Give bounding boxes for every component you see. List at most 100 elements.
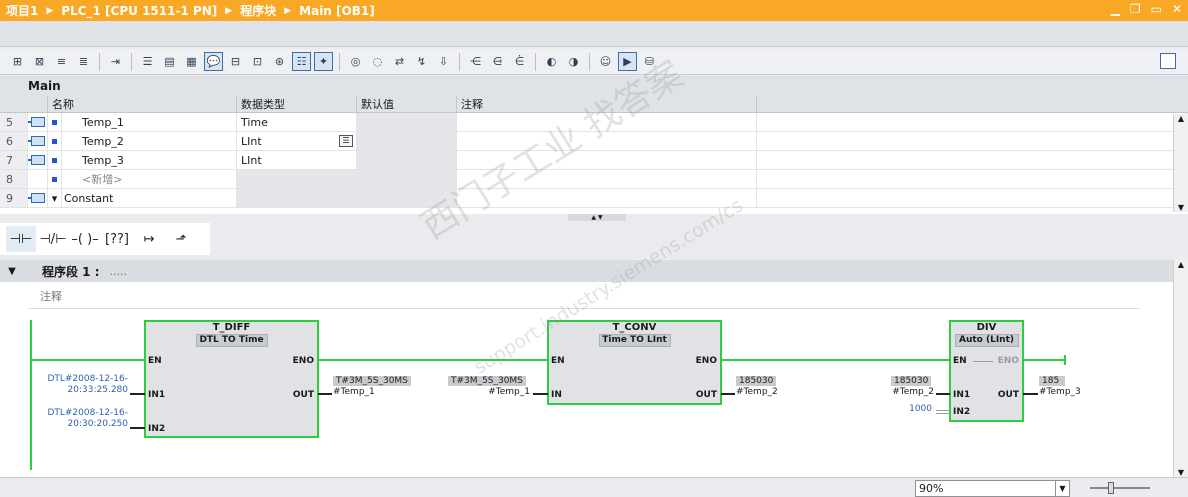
column-header-default[interactable]: 默认值 [357,96,457,112]
zoom-slider-thumb[interactable] [1108,482,1114,494]
operand-view-icon[interactable]: ⊛ [270,52,289,71]
power-flow-wire [1023,359,1065,361]
temp-variable-icon [27,117,45,127]
operand-out[interactable]: #Temp_1 [333,387,375,397]
operand-out[interactable]: #Temp_3 [1039,387,1081,397]
download-icon[interactable]: ⇩ [434,52,453,71]
column-header-comment[interactable]: 注释 [457,96,757,112]
live-value-out: 185030 [736,376,777,386]
operand-in1[interactable]: #Temp_2 [862,387,934,397]
coil-icon[interactable]: –( )– [70,226,100,252]
temp-variable-icon [27,155,45,165]
block-title: Main [0,76,1188,96]
table-row[interactable]: 9 ▾ Constant [0,189,1188,208]
status-bar: 90% ▼ [0,477,1188,497]
insert-network-icon[interactable]: ⊞ [8,52,27,71]
live-value-in: T#3M_5S_30MS [448,376,526,386]
favorites-icon[interactable]: ✦ [314,52,333,71]
variable-marker-icon [52,138,57,144]
tag-info-icon[interactable]: ⊡ [248,52,267,71]
zoom-slider[interactable] [1090,482,1150,494]
ladder-instruction-toolbar: ⊣⊢ ⊣/⊢ –( )– [??] ↦ ⬏ [0,223,210,255]
operand-in1[interactable]: DTL#2008-12-16- [40,374,128,384]
operand-in2[interactable]: 20:30:20.250 [40,419,128,429]
monitor-icon[interactable]: ◎ [346,52,365,71]
operand-out[interactable]: #Temp_2 [736,387,778,397]
table-row[interactable]: 5 Temp_1 Time [0,113,1188,132]
scroll-down-icon[interactable]: ▼ [1174,468,1188,477]
table-row[interactable]: 7 Temp_3 LInt [0,151,1188,170]
column-header-name[interactable]: 名称 [48,96,237,112]
network-comment[interactable]: 注释 [40,288,62,304]
monitoring-icon[interactable]: ▶ [618,52,637,71]
splitter-handle[interactable]: ▲ ▼ [568,214,626,221]
close-branch-icon[interactable]: ⬏ [166,226,196,252]
interface-table: 名称 数据类型 默认值 注释 5 Temp_1 Time 6 Temp_2 LI… [0,96,1188,214]
normally-open-contact-icon[interactable]: ⊣⊢ [6,226,36,252]
live-value-out: T#3M_5S_30MS [333,376,411,386]
jump-icon[interactable]: ↯ [412,52,431,71]
power-rail [30,320,32,470]
split-icon[interactable]: ▦ [182,52,201,71]
network-editor[interactable]: 注释 T_DIFF DTL TO Time EN ENO IN1 IN2 OUT… [0,282,1174,477]
insert-row-icon[interactable]: ≡ [52,52,71,71]
breadcrumb-item-project[interactable]: 项目1 [6,2,38,19]
temp-variable-icon [27,136,45,146]
column-header-type[interactable]: 数据类型 [237,96,357,112]
operand-in2[interactable]: DTL#2008-12-16- [40,408,128,418]
table-row[interactable]: 6 Temp_2 LInt ☰ [0,132,1188,151]
network-scrollbar[interactable]: ▲ ▼ [1173,260,1188,477]
zoom-select[interactable]: 90% ▼ [915,480,1070,497]
goto-icon[interactable]: ⇥ [106,52,125,71]
empty-box-icon[interactable]: [??] [102,226,132,252]
variable-marker-icon [52,157,57,163]
close-icon[interactable]: ✕ [1172,2,1182,16]
unassign-icon[interactable]: ⋵ [510,52,529,71]
breadcrumb-item-plc[interactable]: PLC_1 [CPU 1511-1 PN] [61,4,217,18]
window-icon[interactable]: ▤ [160,52,179,71]
live-value-in1: 185030 [891,376,932,386]
network-title[interactable]: 程序段 1 : [42,263,100,280]
chevron-down-icon[interactable]: ▼ [1055,481,1069,496]
user-icon[interactable]: ☺ [596,52,615,71]
open-branch-icon[interactable]: ↦ [134,226,164,252]
breadcrumb-item-blocks[interactable]: 程序块 [240,2,276,19]
assign-icon[interactable]: ⋳ [488,52,507,71]
interface-scrollbar[interactable]: ▲ ▼ [1173,114,1188,212]
scroll-up-icon[interactable]: ▲ [1174,114,1188,123]
operand-in[interactable]: #Temp_1 [440,387,530,397]
monitor-off-icon[interactable]: ◌ [368,52,387,71]
table-row[interactable]: 8 <新增> [0,170,1188,189]
normally-closed-contact-icon[interactable]: ⊣/⊢ [38,226,68,252]
t-diff-block[interactable]: T_DIFF DTL TO Time EN ENO IN1 IN2 OUT [144,320,319,438]
constant-section-icon [27,193,45,203]
collapse-network-icon[interactable]: ▼ [0,266,24,277]
network-dots[interactable]: ..... [110,265,127,278]
maximize-icon[interactable]: ▭ [1151,2,1162,16]
collapse-icon[interactable]: ▾ [48,189,62,207]
restore-icon[interactable]: ❐ [1130,2,1141,16]
network-header[interactable]: ▼ 程序段 1 : ..... [0,260,1174,282]
scroll-up-icon[interactable]: ▲ [1174,260,1188,269]
div-block[interactable]: DIV Auto (LInt) EN ENO IN1 IN2 OUT [949,320,1024,422]
network-list-icon[interactable]: ☷ [292,52,311,71]
type-picker-icon[interactable]: ☰ [339,135,353,147]
go-offline-icon[interactable]: ◑ [564,52,583,71]
scroll-down-icon[interactable]: ▼ [1174,203,1188,212]
database-icon[interactable]: ⛁ [640,52,659,71]
minimize-icon[interactable]: ▁ [1111,2,1120,16]
comment-icon[interactable]: 💬 [204,52,223,71]
power-flow-wire [318,359,548,361]
go-online-icon[interactable]: ◐ [542,52,561,71]
operand-in2[interactable]: 1000 [880,404,932,414]
list-icon[interactable]: ☰ [138,52,157,71]
absolute-operand-icon[interactable]: ⊟ [226,52,245,71]
t-conv-block[interactable]: T_CONV Time TO LInt EN ENO IN OUT [547,320,722,405]
breadcrumb-item-main[interactable]: Main [OB1] [299,4,375,18]
operand-in1[interactable]: 20:33:25.280 [40,385,128,395]
layout-settings-icon[interactable] [1160,53,1176,69]
cross-ref-icon[interactable]: ⋲ [466,52,485,71]
add-row-icon[interactable]: ≣ [74,52,93,71]
compare-icon[interactable]: ⇄ [390,52,409,71]
delete-network-icon[interactable]: ⊠ [30,52,49,71]
